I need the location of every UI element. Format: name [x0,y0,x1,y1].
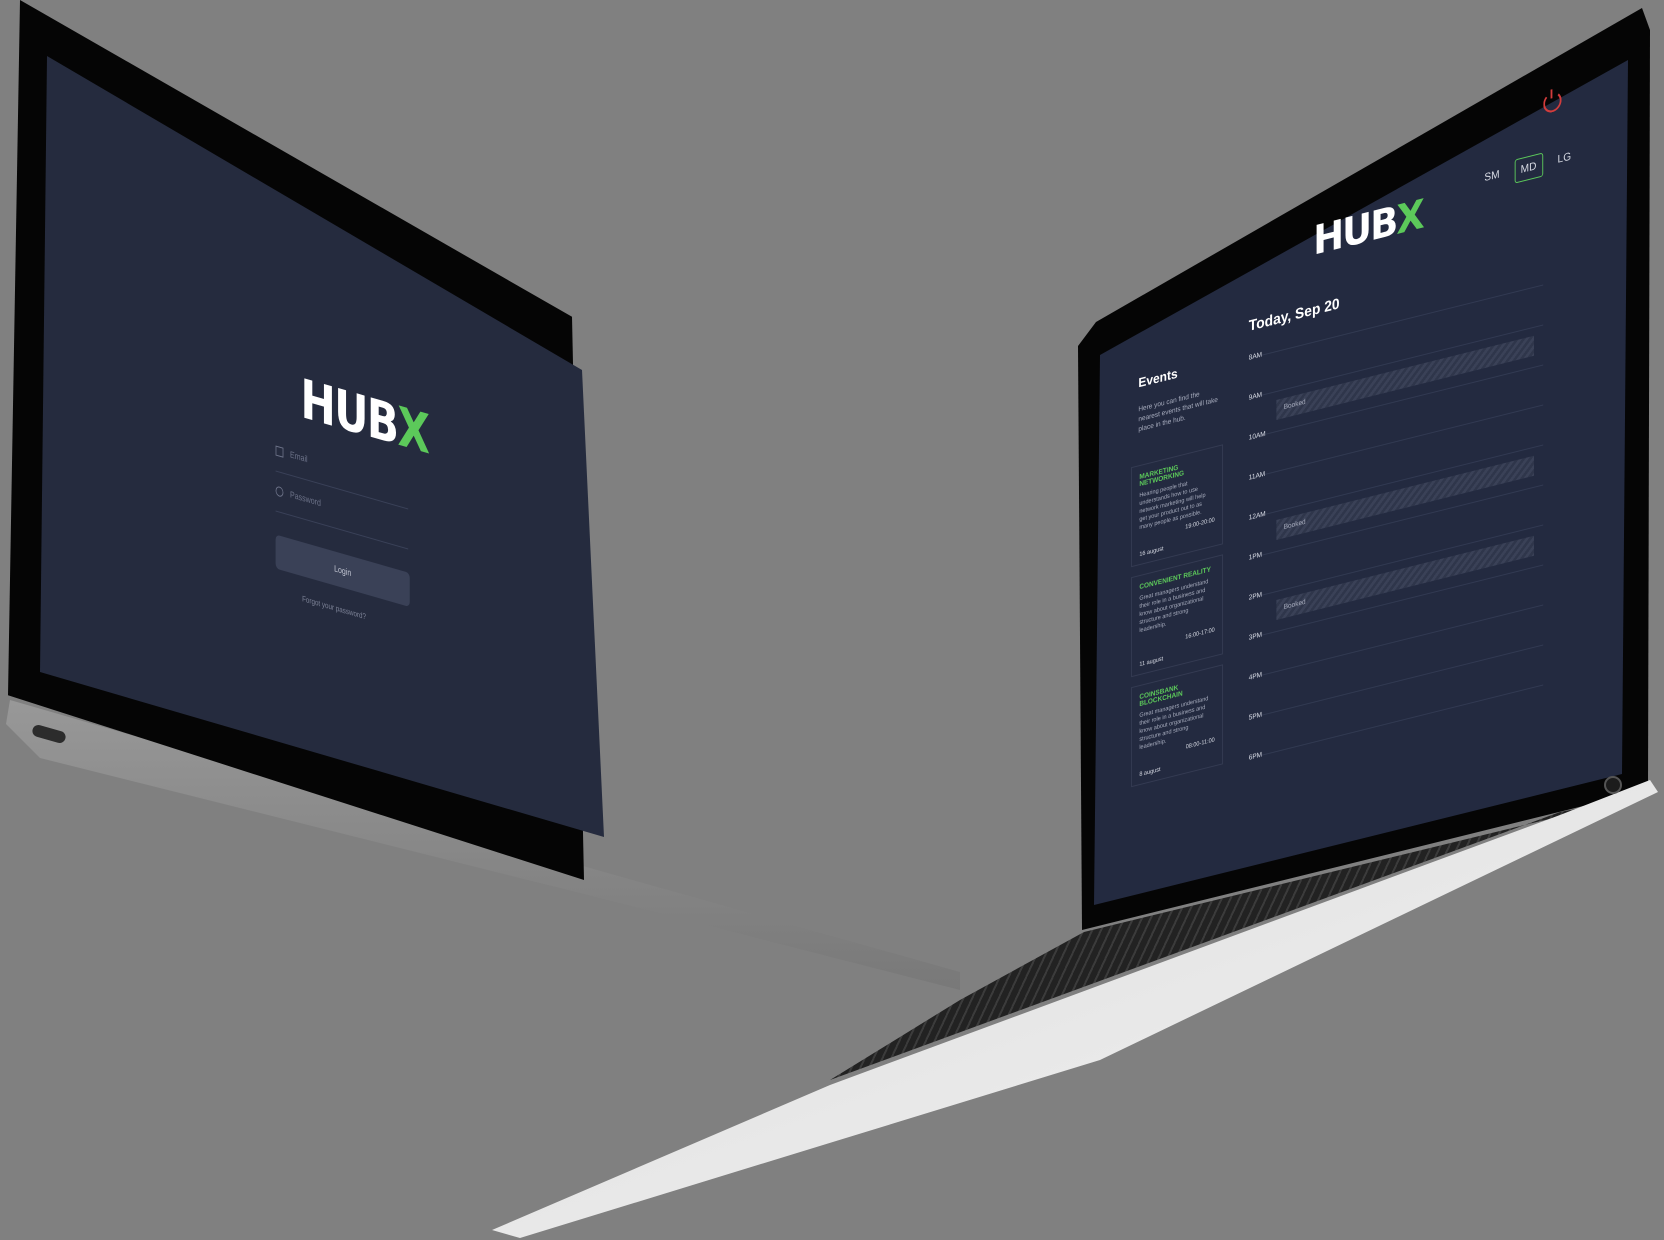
event-date: 11 august [1139,656,1164,669]
event-card[interactable]: COINSBANK BLOCKCHAIN Great managers unde… [1131,664,1224,788]
event-time: 16:00-17:00 [1185,627,1215,641]
usb-c-port-right [1604,776,1622,794]
today-heading: Today, Sep 20 [1248,295,1340,335]
booking-dashboard: HUBX SM MD LG Today, Sep 20 Events Here … [1120,89,1598,930]
mail-icon [275,445,284,458]
mockup-stage: HUBX Email Password Login Forgot your pa… [0,0,1664,1240]
tab-sm[interactable]: SM [1479,162,1505,193]
size-tabs: SM MD LG [1479,144,1577,192]
login-panel: HUBX Email Password Login Forgot your pa… [260,320,432,689]
event-card[interactable]: MARKETING NETWORKING Hearing people that… [1131,444,1224,568]
password-placeholder: Password [290,489,321,509]
event-card[interactable]: CONVENIENT REALITY Great managers unders… [1131,554,1224,678]
events-description: Here you can find the nearest events tha… [1138,391,1218,434]
hubx-logo: HUBX [300,366,429,467]
tab-md[interactable]: MD [1514,152,1543,184]
lock-icon [275,485,284,498]
hubx-logo-dashboard: HUBX [1313,191,1423,265]
login-button[interactable]: Login [275,534,410,607]
email-placeholder: Email [290,449,308,465]
hour-label: 8AM [1248,351,1263,362]
event-date: 16 august [1139,546,1164,559]
tab-lg[interactable]: LG [1552,144,1577,174]
forgot-password-link[interactable]: Forgot your password? [302,594,366,621]
events-title: Events [1138,365,1178,391]
event-date: 8 august [1139,766,1161,779]
